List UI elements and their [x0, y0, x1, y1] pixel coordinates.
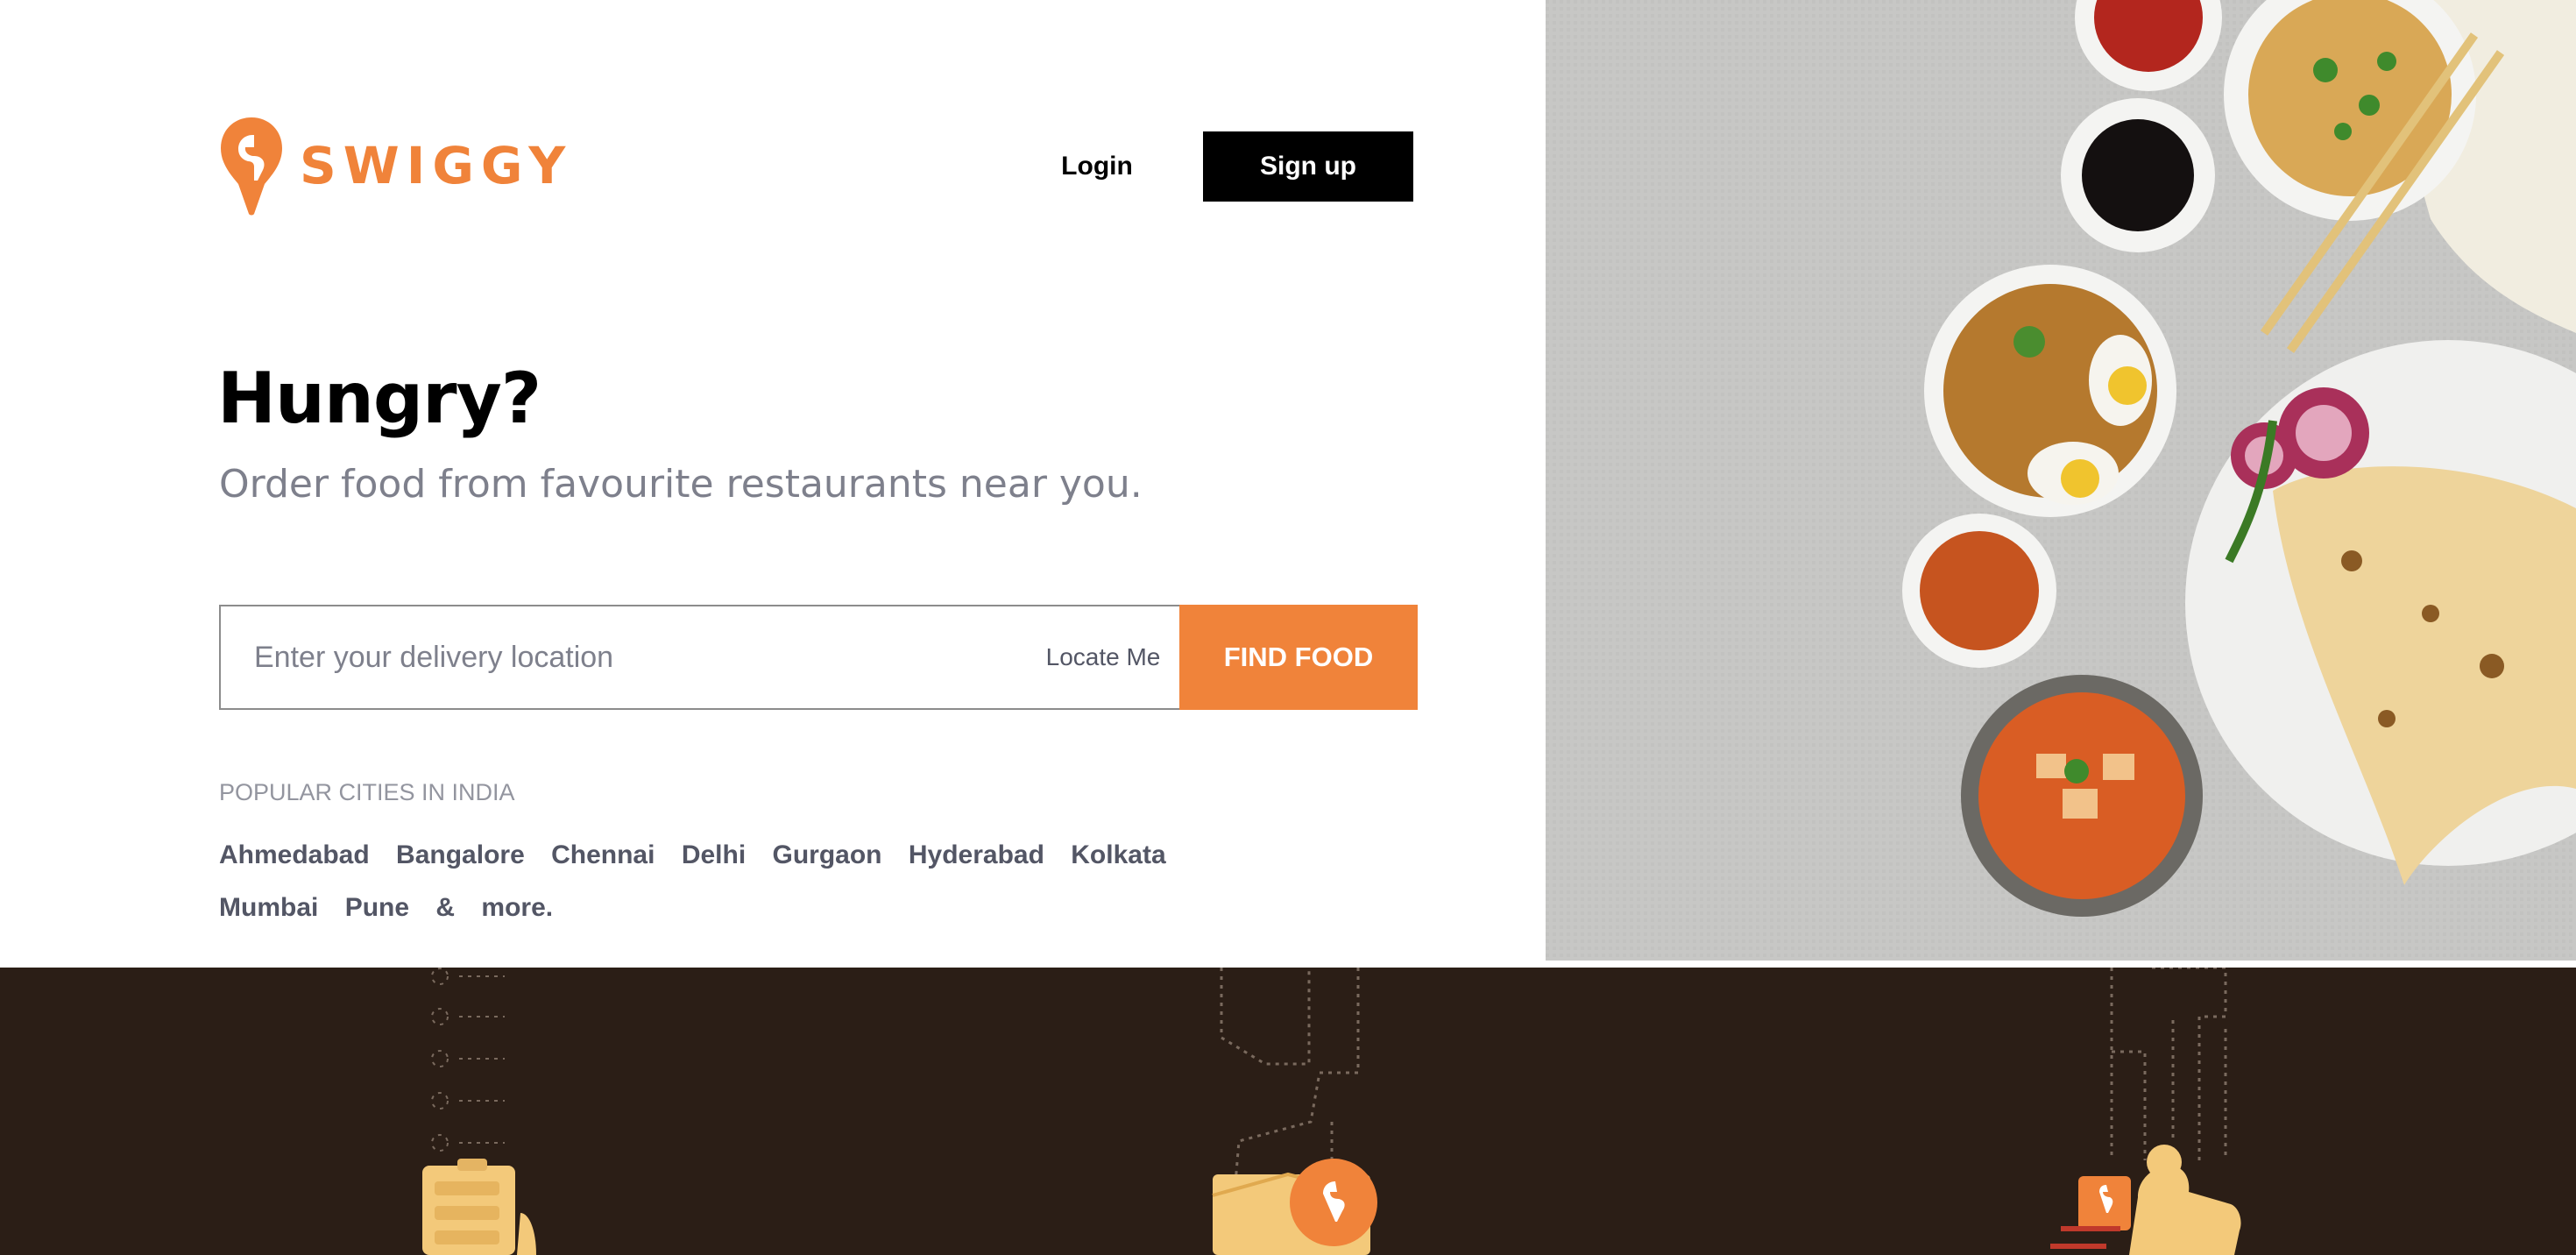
swiggy-pin-icon — [221, 117, 282, 216]
popular-cities-list: Ahmedabad Bangalore Chennai Delhi Gurgao… — [219, 829, 1270, 934]
city-link-bangalore[interactable]: Bangalore — [396, 829, 525, 882]
page-subtitle: Order food from favourite restaurants ne… — [219, 462, 1143, 507]
city-link-gurgaon[interactable]: Gurgaon — [773, 829, 882, 882]
delivery-location-input[interactable] — [221, 606, 1027, 708]
brand-wordmark: SWIGGY — [300, 136, 573, 195]
hero-section: SWIGGY Login Sign up Hungry? Order food … — [0, 0, 1546, 968]
city-link-delhi[interactable]: Delhi — [682, 829, 746, 882]
food-spread-image — [1546, 0, 2576, 961]
location-search-box: Locate Me — [219, 605, 1179, 710]
popular-cities-heading: POPULAR CITIES IN INDIA — [219, 779, 515, 805]
city-link-mumbai[interactable]: Mumbai — [219, 882, 318, 934]
city-link-hyderabad[interactable]: Hyderabad — [909, 829, 1044, 882]
cities-ampersand: & — [435, 893, 456, 922]
order-list-illustration — [431, 968, 505, 1152]
more-cities-link[interactable]: more. — [481, 882, 553, 934]
find-food-button[interactable]: FIND FOOD — [1179, 605, 1418, 710]
city-link-ahmedabad[interactable]: Ahmedabad — [219, 829, 370, 882]
city-link-pune[interactable]: Pune — [345, 882, 409, 934]
signup-button[interactable]: Sign up — [1203, 131, 1413, 202]
swiggy-logo[interactable]: SWIGGY — [219, 116, 572, 216]
city-link-chennai[interactable]: Chennai — [551, 829, 655, 882]
locate-me-button[interactable]: Locate Me — [1027, 606, 1179, 708]
login-link[interactable]: Login — [1034, 131, 1160, 202]
food-photo-illustration — [1546, 0, 2576, 961]
band-illustrations — [422, 968, 2241, 1255]
page-title: Hungry? — [217, 358, 541, 439]
city-skyline-illustration — [2110, 968, 2227, 1160]
feature-illustrations-band — [0, 968, 2576, 1255]
city-link-kolkata[interactable]: Kolkata — [1071, 829, 1165, 882]
